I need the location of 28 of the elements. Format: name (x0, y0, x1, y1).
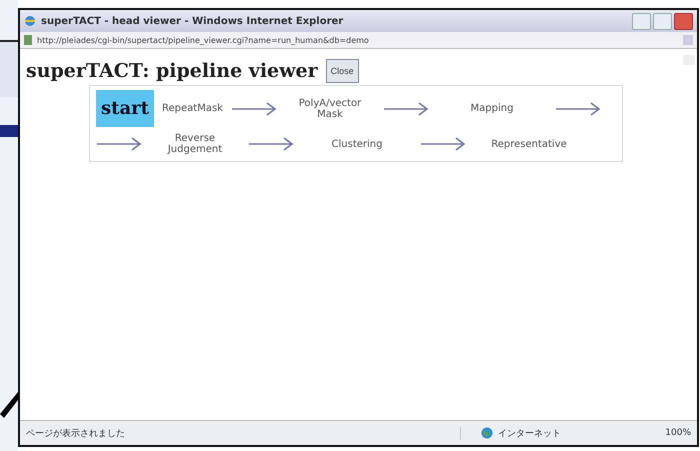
status-message: ページが表示されました (26, 428, 126, 440)
globe-icon (481, 427, 493, 439)
arrow-icon (382, 102, 429, 116)
browser-icon (24, 15, 36, 27)
close-button[interactable]: Close (326, 59, 359, 83)
pipeline-step[interactable]: Mapping (434, 101, 549, 116)
window-title: superTACT - head viewer - Windows Internet Explorer (41, 16, 344, 26)
arrow-icon (230, 102, 277, 116)
pointer-icon (0, 392, 18, 418)
pipeline-step[interactable]: PolyA/vector Mask (282, 96, 377, 122)
pipeline-step[interactable]: start (96, 90, 154, 127)
zoom-level[interactable]: 100% (631, 428, 691, 438)
toolbar-strip (0, 40, 18, 97)
arrow-icon (96, 137, 142, 151)
security-zone: インターネット (498, 428, 561, 440)
page-heading: superTACT: pipeline viewer (26, 60, 318, 82)
menu-bar (0, 125, 18, 137)
minimize-button[interactable] (632, 12, 651, 30)
address-bar[interactable]: http://pleiades/cgi-bin/supertact/pipeline_viewer.cgi?name=run_human&db=demo (20, 32, 697, 49)
pipeline-step[interactable]: Representative (472, 136, 586, 152)
page-icon (24, 35, 32, 45)
pipeline-step[interactable]: RepeatMask (160, 101, 225, 116)
arrow-icon (248, 137, 294, 151)
arrow-icon (554, 102, 601, 116)
pipeline-step[interactable]: Reverse Judgement (148, 131, 242, 157)
pipeline-step[interactable]: Clustering (300, 136, 414, 152)
arrow-icon (420, 137, 466, 151)
close-window-button[interactable] (674, 12, 693, 30)
